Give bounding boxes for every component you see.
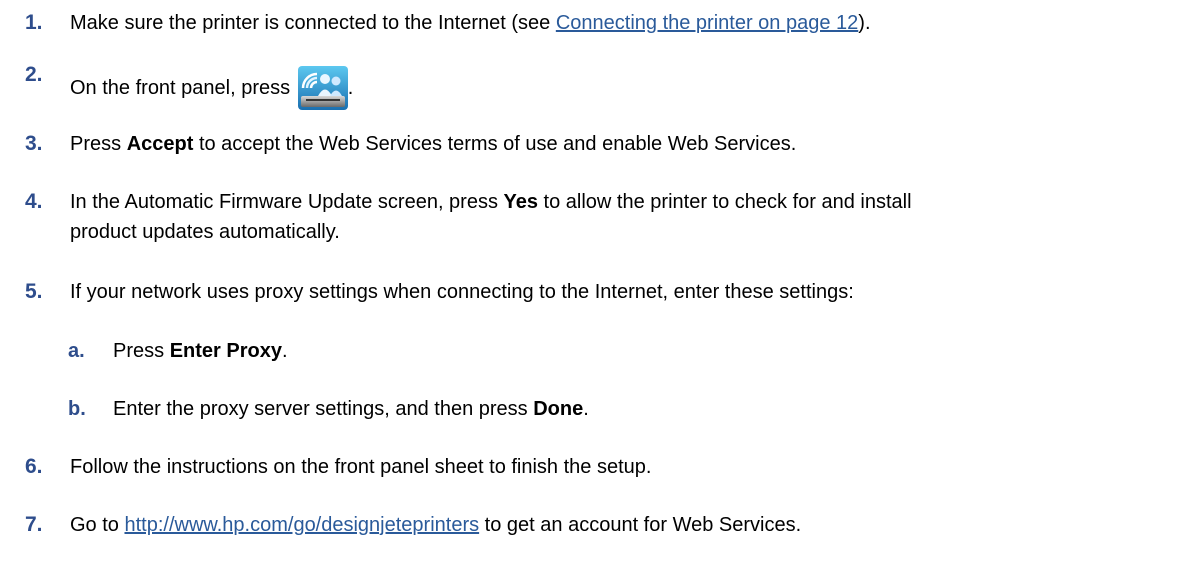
connecting-printer-link[interactable]: Connecting the printer on page 12 xyxy=(556,12,858,34)
step-text-end: to get an account for Web Services. xyxy=(479,514,802,536)
step-text: In the Automatic Firmware Update screen,… xyxy=(70,191,504,213)
step-text: Make sure the printer is connected to th… xyxy=(70,12,556,34)
step-text-end: . xyxy=(347,77,354,99)
substep-letter: b. xyxy=(68,398,86,420)
done-label: Done xyxy=(533,398,584,420)
step-number: 1. xyxy=(25,11,43,34)
substep-text-end: . xyxy=(281,340,288,362)
step-text-end: ). xyxy=(858,12,871,34)
yes-label: Yes xyxy=(503,191,538,213)
step-number: 5. xyxy=(25,280,43,303)
step-number: 2. xyxy=(25,63,43,86)
step-text-line2: product updates automatically. xyxy=(70,221,340,243)
instruction-document: 1. Make sure the printer is connected to… xyxy=(0,0,1179,569)
step-7: 7. Go to http://www.hp.com/go/designjete… xyxy=(25,510,1169,540)
step-text: On the front panel, press xyxy=(70,77,296,99)
hp-designjet-link[interactable]: http://www.hp.com/go/designjeteprinters xyxy=(124,514,479,536)
step-text: Follow the instructions on the front pan… xyxy=(70,456,652,478)
step-5: 5. If your network uses proxy settings w… xyxy=(25,277,1169,307)
accept-label: Accept xyxy=(126,133,194,155)
step-number: 7. xyxy=(25,513,43,536)
step-number: 6. xyxy=(25,455,43,478)
step-text: If your network uses proxy settings when… xyxy=(70,281,854,303)
substep-text: Enter the proxy server settings, and the… xyxy=(113,398,534,420)
substep-text: Press xyxy=(113,340,170,362)
step-text: Press xyxy=(70,133,127,155)
step-text-end: to accept the Web Services terms of use … xyxy=(193,133,797,155)
step-number: 3. xyxy=(25,132,43,155)
web-services-icon xyxy=(297,66,348,110)
substep-b: b. Enter the proxy server settings, and … xyxy=(68,394,1169,424)
step-6: 6. Follow the instructions on the front … xyxy=(25,452,1169,482)
step-number: 4. xyxy=(25,190,43,213)
step-4: 4. In the Automatic Firmware Update scre… xyxy=(25,187,1169,247)
substep-letter: a. xyxy=(68,340,85,362)
substep-text-end: . xyxy=(583,398,589,420)
step-1: 1. Make sure the printer is connected to… xyxy=(25,8,1169,38)
step-text-end: to allow the printer to check for and in… xyxy=(538,191,912,213)
step-text: Go to xyxy=(70,514,125,536)
enter-proxy-label: Enter Proxy xyxy=(169,340,282,362)
step-3: 3. Press Accept to accept the Web Servic… xyxy=(25,129,1169,159)
step-2: 2. On the front panel, press . xyxy=(25,63,1169,110)
substep-a: a. Press Enter Proxy. xyxy=(68,336,1169,366)
